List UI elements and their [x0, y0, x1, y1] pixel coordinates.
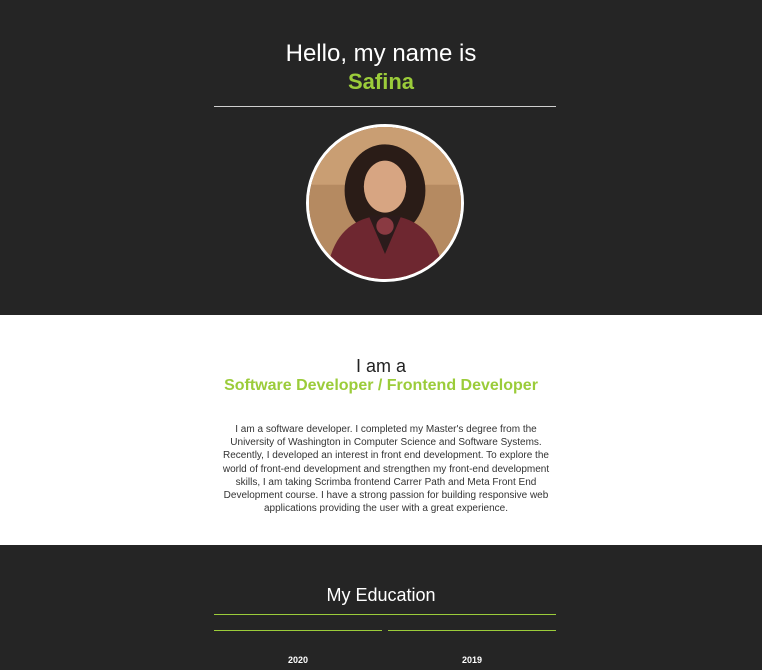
profile-photo-icon: [309, 127, 461, 279]
education-divider: [214, 614, 556, 615]
about-bio: I am a software developer. I completed m…: [222, 424, 550, 515]
education-card: 2020: [214, 630, 382, 670]
hero-section: Hello, my name is Safina: [0, 0, 762, 315]
education-year: 2019: [461, 655, 483, 665]
education-card: 2019: [388, 630, 556, 670]
hero-name: Safina: [347, 69, 415, 94]
about-role: Software Developer / Frontend Developer: [224, 377, 538, 394]
education-section: My Education 2020 2019: [0, 545, 762, 665]
education-title: My Education: [326, 585, 436, 605]
hero-divider: [214, 106, 556, 107]
profile-avatar: [306, 124, 464, 282]
hero-greeting: Hello, my name is: [285, 40, 477, 67]
education-year: 2020: [287, 655, 309, 665]
about-section: I am a Software Developer / Frontend Dev…: [0, 315, 762, 545]
about-intro: I am a: [355, 356, 407, 376]
